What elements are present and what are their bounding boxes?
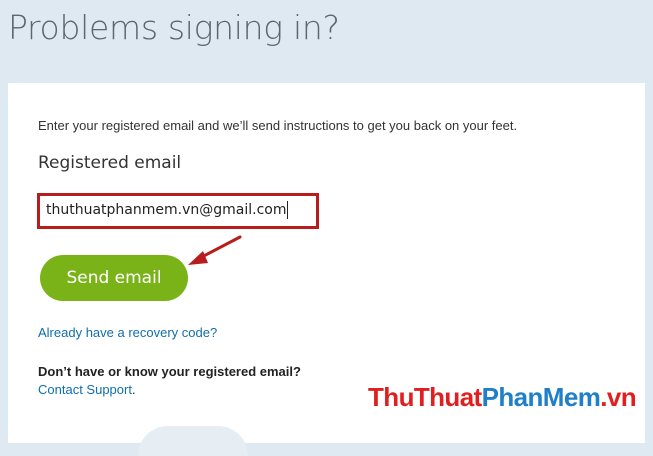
recovery-code-link[interactable]: Already have a recovery code? [38,325,217,340]
contact-support-link[interactable]: Contact Support [38,382,132,397]
bottom-decoration [138,426,248,456]
support-suffix: . [131,382,136,397]
email-field-label: Registered email [38,153,182,173]
no-email-question: Don’t have or know your registered email… [38,364,301,379]
support-line: Contact Support. [38,382,136,397]
send-email-button[interactable]: Send email [40,255,188,301]
watermark-logo: ThuThuatPhanMem.vn [368,382,637,413]
intro-text: Enter your registered email and we’ll se… [38,118,518,133]
watermark-part1: ThuThuat [368,382,482,412]
red-arrow-icon [188,235,242,265]
watermark-part2: PhanMem [481,382,601,412]
text-cursor [287,201,288,219]
page-title: Problems signing in? [8,8,340,47]
email-highlight-box [37,193,319,229]
email-input[interactable] [46,198,308,222]
watermark-part3: .vn [600,382,636,412]
